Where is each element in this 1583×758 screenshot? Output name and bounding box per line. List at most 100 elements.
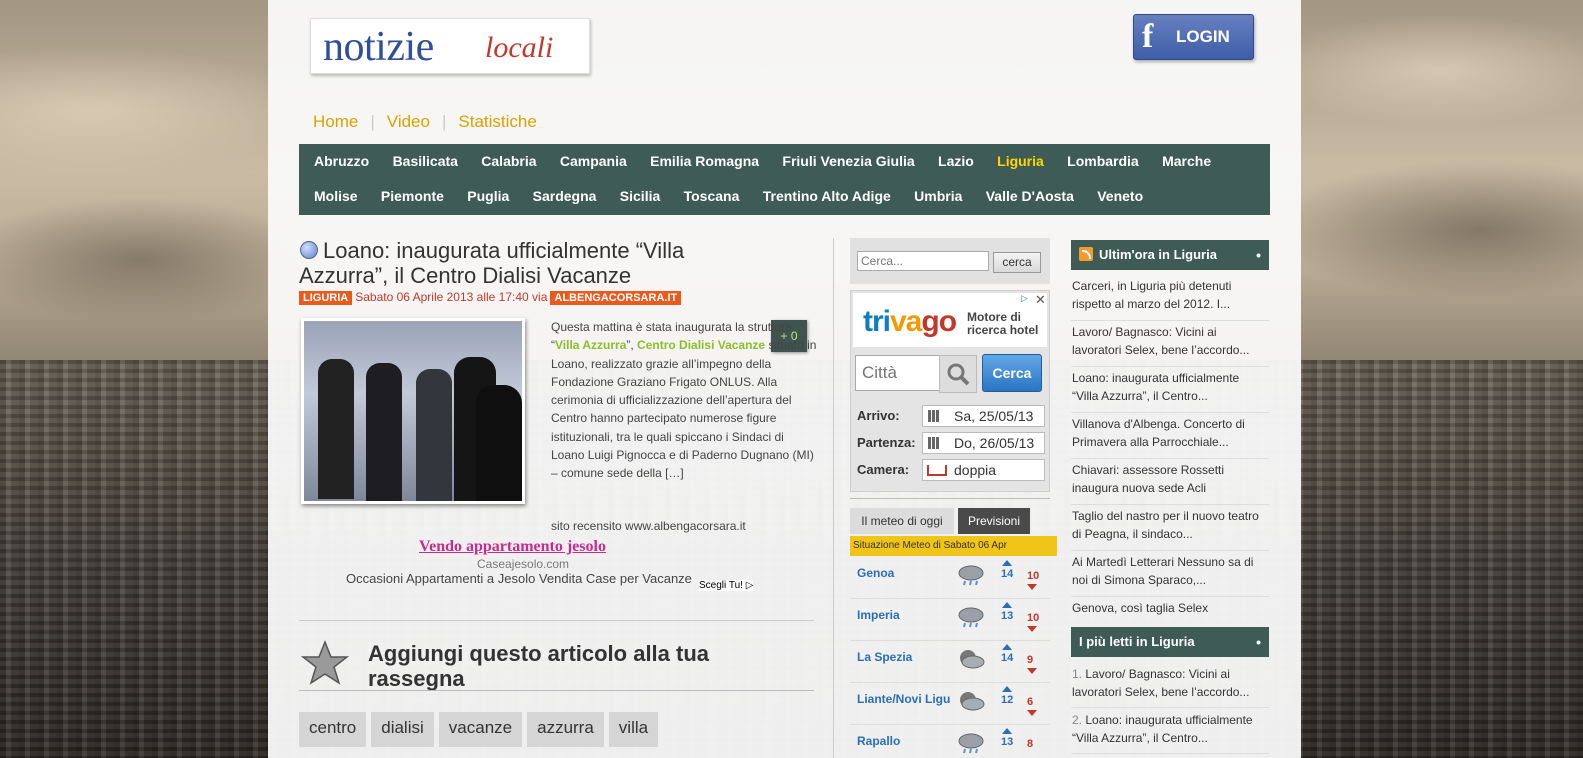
tag-chip[interactable]: villa <box>608 712 659 747</box>
ad-domain: Caseajesolo.com <box>477 557 570 571</box>
nav-video[interactable]: Video <box>387 112 430 131</box>
excerpt-text: ”, <box>626 338 638 353</box>
ad-choice-button[interactable]: Scegli Tu! ▷ <box>699 580 754 591</box>
magnifier-button[interactable] <box>939 355 977 393</box>
latest-news-list: Carceri, in Liguria più detenuti rispett… <box>1071 276 1269 625</box>
rss-icon[interactable] <box>1079 247 1093 261</box>
nav-statistiche[interactable]: Statistiche <box>458 112 536 131</box>
news-item[interactable]: Genova, così taglia Selex <box>1071 598 1269 624</box>
region-molise[interactable]: Molise <box>314 188 358 204</box>
search-box: cerca <box>850 238 1050 284</box>
cloud-moon-icon <box>960 692 985 711</box>
region-friuli[interactable]: Friuli Venezia Giulia <box>782 153 914 169</box>
tag-chip[interactable]: vacanze <box>438 712 523 747</box>
most-read-item[interactable]: 2. Loano: inaugurata ufficialmente “Vill… <box>1071 710 1269 754</box>
departure-row: Partenza: Do, 26/05/13 <box>855 432 1045 454</box>
region-marche[interactable]: Marche <box>1162 153 1211 169</box>
city-input[interactable] <box>855 355 945 391</box>
temp-down-icon <box>1027 710 1037 716</box>
news-item[interactable]: Carceri, in Liguria più detenuti rispett… <box>1071 276 1269 321</box>
region-tag[interactable]: LIGURIA <box>299 291 353 305</box>
close-icon[interactable]: ✕ <box>1035 292 1046 308</box>
room-value: doppia <box>954 462 997 478</box>
region-sardegna[interactable]: Sardegna <box>533 188 597 204</box>
rain-cloud-icon <box>958 565 984 586</box>
news-item[interactable]: Taglio del nastro per il nuovo teatro di… <box>1071 506 1269 551</box>
tab-meteo-oggi[interactable]: Il meteo di oggi <box>850 508 954 534</box>
room-select[interactable]: doppia <box>922 459 1045 481</box>
weather-row: La Spezia 14 9 <box>850 641 1050 683</box>
search-button[interactable]: cerca <box>993 252 1041 273</box>
most-read-item[interactable]: 1. Lavoro/ Bagnasco: Vicini ai lavorator… <box>1071 664 1269 708</box>
ad-title-link[interactable]: Vendo appartamento jesolo <box>419 538 606 556</box>
most-read-text: Loano: inaugurata ufficialmente “Villa A… <box>1072 713 1253 745</box>
news-item[interactable]: Ai Martedì Letterari Nessuno sa di noi d… <box>1071 552 1269 597</box>
region-valle-daosta[interactable]: Valle D'Aosta <box>986 188 1074 204</box>
news-item[interactable]: Villanova d'Albenga. Concerto di Primave… <box>1071 414 1269 459</box>
city-name[interactable]: La Spezia <box>857 650 912 664</box>
regions-nav: Abruzzo Basilicata Calabria Campania Emi… <box>299 144 1270 215</box>
trivago-header: trivago Motore di ricerca hotel ▷ ✕ <box>853 292 1047 347</box>
highlight-villa-azzurra[interactable]: Villa Azzurra <box>555 338 626 352</box>
region-sicilia[interactable]: Sicilia <box>620 188 660 204</box>
article-meta: LIGURIA Sabato 06 Aprile 2013 alle 17:40 … <box>299 290 682 305</box>
region-veneto[interactable]: Veneto <box>1097 188 1143 204</box>
article-title[interactable]: Loano: inaugurata ufficialmente “Villa A… <box>299 238 769 288</box>
photo-figure <box>416 369 452 501</box>
article-photo[interactable] <box>301 318 525 504</box>
city-name[interactable]: Rapallo <box>857 734 900 748</box>
latest-news-header: Ultim'ora in Liguria • <box>1071 240 1269 270</box>
region-trentino[interactable]: Trentino Alto Adige <box>763 188 891 204</box>
arrival-date-field[interactable]: Sa, 25/05/13 <box>922 405 1045 427</box>
temp-min: 12 <box>1001 694 1014 706</box>
temp-max: 6 <box>1027 696 1034 708</box>
region-lombardia[interactable]: Lombardia <box>1067 153 1139 169</box>
room-label: Camera: <box>857 462 910 477</box>
region-campania[interactable]: Campania <box>560 153 627 169</box>
departure-date-field[interactable]: Do, 26/05/13 <box>922 432 1045 454</box>
temp-min: 14 <box>1001 652 1014 664</box>
region-abruzzo[interactable]: Abruzzo <box>314 153 369 169</box>
city-name[interactable]: Imperia <box>857 608 900 622</box>
region-calabria[interactable]: Calabria <box>481 153 536 169</box>
rank-number: 1. <box>1072 667 1083 681</box>
highlight-centro-dialisi[interactable]: Centro Dialisi Vacanze <box>637 338 765 352</box>
region-liguria[interactable]: Liguria <box>997 153 1044 169</box>
site-logo[interactable]: notizie locali <box>310 18 590 74</box>
region-toscana[interactable]: Toscana <box>684 188 740 204</box>
article-date: Sabato 06 Aprile 2013 alle 17:40 via <box>355 290 548 304</box>
photo-figure <box>476 385 522 501</box>
news-item[interactable]: Loano: inaugurata ufficialmente “Villa A… <box>1071 368 1269 413</box>
source-tag[interactable]: ALBENGACORSARA.IT <box>550 291 682 305</box>
most-read-text: Lavoro/ Bagnasco: Vicini ai lavoratori S… <box>1072 667 1250 699</box>
trivago-widget: trivago Motore di ricerca hotel ▷ ✕ Cerc… <box>850 290 1050 492</box>
city-name[interactable]: Genoa <box>857 566 894 580</box>
region-emilia-romagna[interactable]: Emilia Romagna <box>650 153 759 169</box>
nav-home[interactable]: Home <box>313 112 358 131</box>
news-item[interactable]: Chiavari: assessore Rossetti inaugura nu… <box>1071 460 1269 505</box>
temp-up-icon <box>1002 728 1012 734</box>
room-row: Camera: doppia <box>855 459 1045 481</box>
search-input[interactable] <box>857 251 989 271</box>
region-puglia[interactable]: Puglia <box>467 188 509 204</box>
news-item[interactable]: Lavoro/ Bagnasco: Vicini ai lavoratori S… <box>1071 322 1269 367</box>
tag-chip[interactable]: azzurra <box>527 712 604 747</box>
ad-info-icon[interactable]: ▷ <box>1021 293 1028 304</box>
add-to-review-title: Aggiungi questo articolo alla tua rasseg… <box>368 641 710 691</box>
region-lazio[interactable]: Lazio <box>938 153 974 169</box>
tag-chip[interactable]: dialisi <box>371 712 434 747</box>
city-name[interactable]: Liante/Novi Ligu <box>857 692 950 706</box>
region-basilicata[interactable]: Basilicata <box>393 153 458 169</box>
region-piemonte[interactable]: Piemonte <box>381 188 444 204</box>
trivago-search-button[interactable]: Cerca <box>982 354 1042 392</box>
logo-part: tri <box>863 305 891 338</box>
divider <box>299 620 814 621</box>
logo-word: notizie <box>323 24 434 70</box>
bullet-icon: • <box>1256 247 1261 263</box>
star-icon[interactable] <box>301 640 349 686</box>
trivago-logo[interactable]: trivago <box>863 305 957 339</box>
tag-chip[interactable]: centro <box>299 712 367 747</box>
facebook-login-button[interactable]: f LOGIN <box>1133 14 1254 60</box>
tab-previsioni[interactable]: Previsioni <box>958 508 1030 534</box>
region-umbria[interactable]: Umbria <box>914 188 962 204</box>
